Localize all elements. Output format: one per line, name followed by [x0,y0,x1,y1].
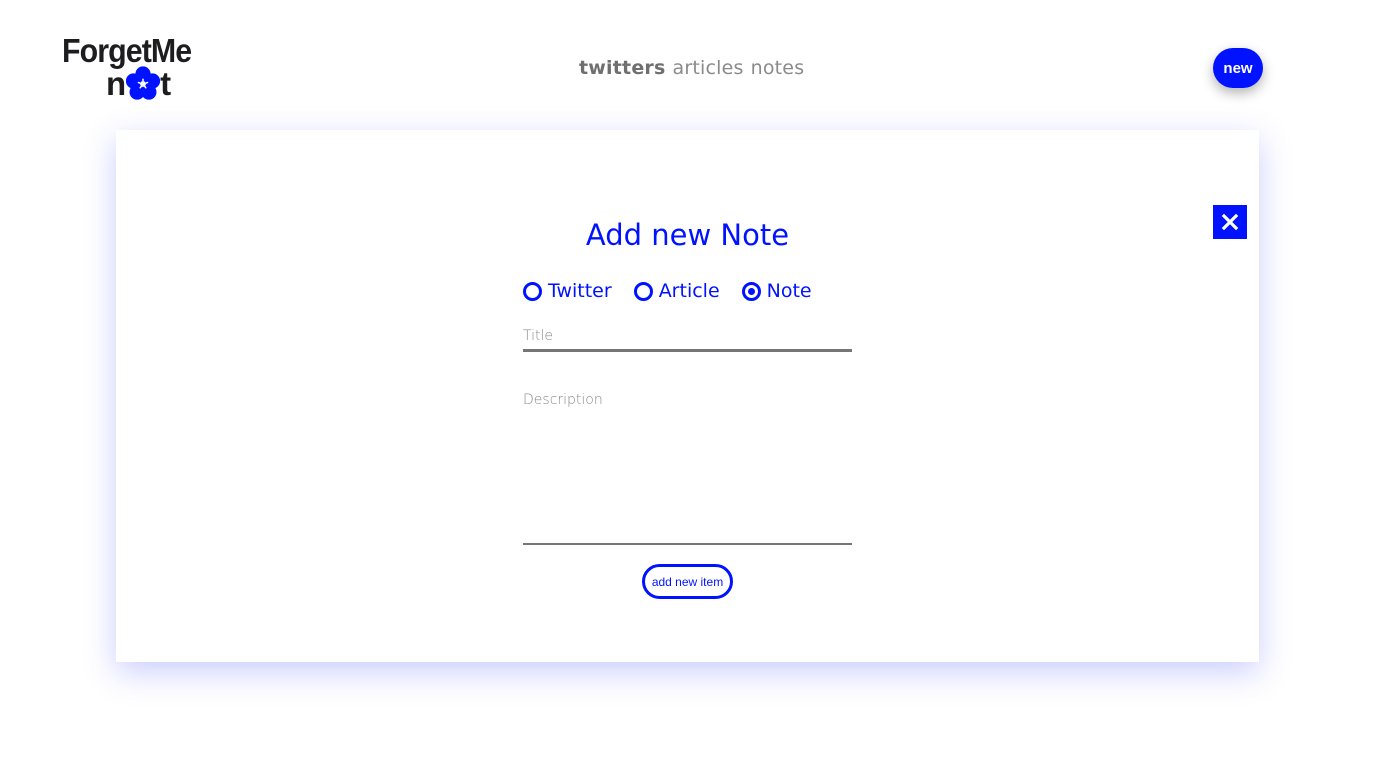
new-item-button[interactable]: new [1213,48,1263,88]
logo-letter-n: n [106,65,127,102]
radio-note[interactable]: Note [741,277,812,305]
logo-text-bottom: n t [106,66,171,102]
title-input[interactable] [523,322,852,352]
forget-me-not-flower-icon [126,66,161,100]
radio-label-twitter: Twitter [548,280,612,302]
radio-article[interactable]: Article [633,277,720,305]
logo[interactable]: ForgetMe n t [62,33,222,105]
nav-link-twitters[interactable]: twitters [579,54,665,82]
logo-letter-t: t [160,65,172,102]
modal-title: Add new Note [585,218,790,252]
item-type-radio-group: Twitter Article Note [523,277,812,305]
radio-twitter[interactable]: Twitter [523,277,612,305]
description-textarea[interactable] [523,392,852,545]
main-nav: twitters articles notes [579,54,804,82]
add-new-item-button[interactable]: add new item [642,564,733,599]
add-item-modal: Add new Note Twitter Article Note add ne… [116,130,1259,662]
page: ForgetMe n t twitters articles notes new… [0,0,1380,764]
radio-unchecked-icon[interactable] [523,281,542,301]
radio-checked-icon[interactable] [741,281,761,301]
nav-link-articles[interactable]: articles [672,54,743,82]
radio-label-note: Note [766,280,812,302]
radio-label-article: Article [658,280,720,302]
logo-text-top: ForgetMe [62,32,192,69]
radio-unchecked-icon[interactable] [633,281,653,301]
nav-link-notes[interactable]: notes [751,54,805,82]
